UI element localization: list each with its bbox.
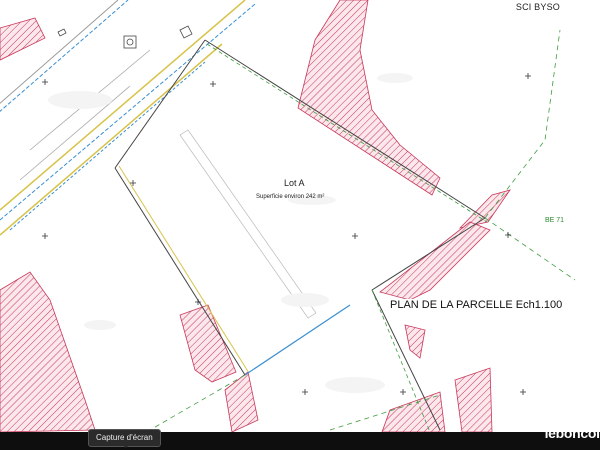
lot-area-label: Superficie environ 242 m² <box>256 194 325 200</box>
owner-label: SCI BYSO <box>515 2 560 12</box>
leboncoin-watermark: leboncoin <box>544 425 600 441</box>
map-symbols <box>57 25 193 49</box>
plan-title: PLAN DE LA PARCELLE Ech1.100 <box>388 299 565 311</box>
cadastral-plan <box>0 0 576 432</box>
building-hatched <box>0 0 511 432</box>
parcel-reference: BE 71 <box>545 217 565 224</box>
lot-title: Lot A <box>284 178 305 188</box>
tooltip-arrow <box>122 444 130 448</box>
